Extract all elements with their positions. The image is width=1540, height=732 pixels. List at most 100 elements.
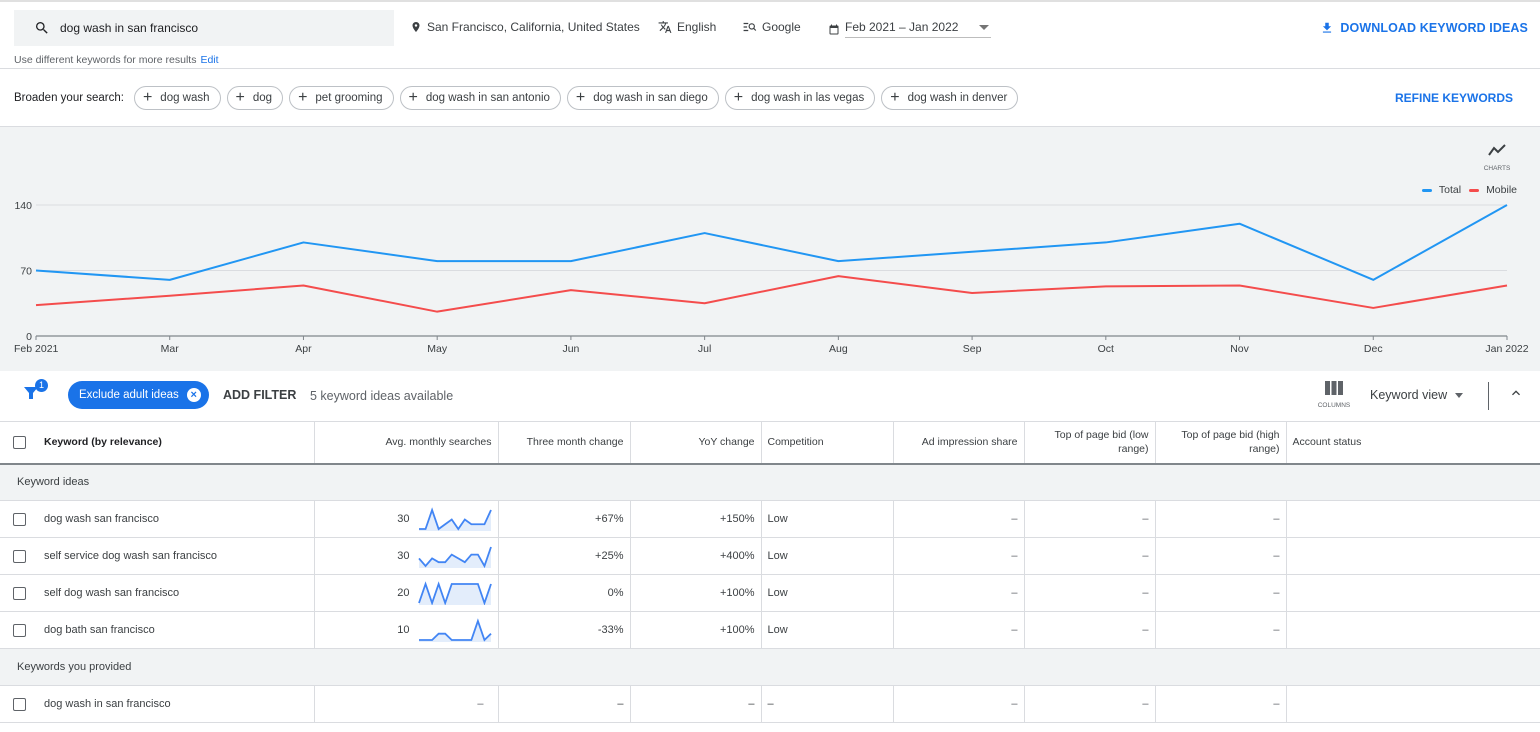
plus-icon: + xyxy=(298,88,308,106)
keyword-view-dropdown[interactable]: Keyword view xyxy=(1370,388,1464,402)
sparkline-area xyxy=(418,621,491,642)
bid-low-cell: – xyxy=(1024,611,1156,649)
download-keyword-ideas-button[interactable]: DOWNLOAD KEYWORD IDEAS xyxy=(1320,20,1528,36)
header-avg-monthly-searches[interactable]: Avg. monthly searches xyxy=(314,421,499,465)
broaden-chip[interactable]: + dog wash xyxy=(133,85,221,110)
location-label: San Francisco, California, United States xyxy=(427,20,640,34)
table-row[interactable]: dog bath san francisco 10 -33% +100% Low… xyxy=(0,611,1540,649)
row-checkbox[interactable] xyxy=(13,623,26,637)
chart-legend: Total Mobile xyxy=(1414,184,1517,196)
x-tick-label: Aug xyxy=(829,343,848,355)
row-checkbox[interactable] xyxy=(13,549,26,563)
header-keyword[interactable]: Keyword (by relevance) xyxy=(0,421,315,465)
add-filter-button[interactable]: ADD FILTER xyxy=(223,388,296,402)
plus-icon: + xyxy=(733,88,744,106)
avg-value: 10 xyxy=(397,624,410,636)
three-month-change-cell: +67% xyxy=(498,500,631,538)
row-checkbox[interactable] xyxy=(13,512,26,526)
yoy-change-cell: +150% xyxy=(630,500,762,538)
header-yoy-change[interactable]: YoY change xyxy=(630,421,762,465)
keyword-search-box[interactable] xyxy=(14,10,394,46)
table-row[interactable]: self dog wash san francisco 20 0% +100% … xyxy=(0,574,1540,612)
download-label: DOWNLOAD KEYWORD IDEAS xyxy=(1340,21,1528,35)
chip-label: dog xyxy=(252,91,273,104)
columns-button[interactable]: COLUMNS xyxy=(1316,381,1352,409)
broaden-chip[interactable]: + dog wash in las vegas xyxy=(724,85,876,110)
avg-monthly-searches-cell: – xyxy=(314,685,499,723)
select-all-checkbox[interactable] xyxy=(13,435,26,449)
trend-sparkline xyxy=(417,546,492,568)
bid-high-cell: – xyxy=(1155,537,1287,575)
yoy-change-cell: +100% xyxy=(630,574,762,612)
x-tick-label: May xyxy=(427,343,448,355)
header-account-status[interactable]: Account status xyxy=(1286,421,1540,465)
avg-monthly-searches-cell: 30 xyxy=(314,537,499,575)
charts-button[interactable]: CHARTS xyxy=(1480,142,1514,172)
header-bid-high[interactable]: Top of page bid (high range) xyxy=(1155,421,1287,465)
broaden-chip[interactable]: + pet grooming xyxy=(289,85,394,110)
yoy-change-cell: – xyxy=(630,685,762,723)
edit-link[interactable]: Edit xyxy=(200,54,218,66)
download-icon xyxy=(1323,22,1332,33)
row-checkbox[interactable] xyxy=(13,586,26,600)
header-three-month-change[interactable]: Three month change xyxy=(498,421,631,465)
header-bid-low[interactable]: Top of page bid (low range) xyxy=(1024,421,1156,465)
location-pin-icon xyxy=(412,22,420,32)
broaden-chip[interactable]: + dog xyxy=(226,85,284,110)
keyword-count: 5 keyword ideas available xyxy=(310,389,454,403)
table-row[interactable]: self service dog wash san francisco 30 +… xyxy=(0,537,1540,575)
avg-value: 20 xyxy=(397,587,410,599)
broaden-chip[interactable]: + dog wash in denver xyxy=(881,85,1019,110)
search-hint: Use different keywords for more results E… xyxy=(14,54,219,66)
trend-sparkline xyxy=(417,581,492,605)
trend-line-icon xyxy=(1488,144,1506,156)
avg-value: 30 xyxy=(397,513,410,525)
plus-icon: + xyxy=(235,88,245,106)
filter-bar: 1 Exclude adult ideas × ADD FILTER 5 key… xyxy=(0,371,1540,421)
group-label: Keywords you provided xyxy=(0,648,1540,686)
close-icon[interactable]: × xyxy=(186,388,201,402)
broaden-chip[interactable]: + dog wash in san antonio xyxy=(399,85,561,110)
three-month-change-cell: +25% xyxy=(498,537,631,575)
keyword-search-input[interactable] xyxy=(60,21,360,35)
x-tick-label: Mar xyxy=(161,343,180,355)
competition-cell: – xyxy=(761,685,894,723)
ad-impression-share-cell: – xyxy=(893,611,1025,649)
hint-text: Use different keywords for more results xyxy=(14,54,197,66)
location-selector[interactable]: San Francisco, California, United States xyxy=(410,20,640,34)
header-competition[interactable]: Competition xyxy=(761,421,894,465)
broaden-search-bar: Broaden your search: + dog wash + dog + pet… xyxy=(0,69,1540,127)
keyword-text: dog bath san francisco xyxy=(44,624,155,636)
refine-keywords-button[interactable]: REFINE KEYWORDS xyxy=(1395,91,1513,105)
y-tick-label: 0 xyxy=(26,331,32,343)
chip-label: dog wash in san antonio xyxy=(425,91,550,104)
x-tick-label: Jul xyxy=(698,343,711,355)
header-ad-impression-share[interactable]: Ad impression share xyxy=(893,421,1025,465)
date-range-dropdown[interactable]: Feb 2021 – Jan 2022 xyxy=(845,20,991,38)
translate-icon xyxy=(658,21,672,33)
avg-monthly-searches-cell: 30 xyxy=(314,500,499,538)
exclude-adult-ideas-chip[interactable]: Exclude adult ideas × xyxy=(68,381,209,409)
chevron-up-icon[interactable] xyxy=(1508,385,1524,401)
table-row[interactable]: dog wash in san francisco – – – – – – – xyxy=(0,685,1540,723)
network-search-icon xyxy=(743,22,757,32)
table-row[interactable]: dog wash san francisco 30 +67% +150% Low… xyxy=(0,500,1540,538)
competition-cell: Low xyxy=(761,611,894,649)
date-range-selector[interactable]: Feb 2021 – Jan 2022 xyxy=(828,20,991,38)
row-checkbox[interactable] xyxy=(13,697,26,711)
language-selector[interactable]: English xyxy=(658,20,716,34)
bid-low-cell: – xyxy=(1024,500,1156,538)
legend-swatch-mobile xyxy=(1469,188,1480,192)
keyword-text: self dog wash san francisco xyxy=(44,587,180,599)
view-label: Keyword view xyxy=(1370,388,1448,402)
bid-high-cell: – xyxy=(1155,500,1287,538)
avg-value: 30 xyxy=(397,550,410,562)
chip-label: pet grooming xyxy=(315,91,383,104)
x-tick-label: Sep xyxy=(963,343,982,355)
broaden-chip[interactable]: + dog wash in san diego xyxy=(566,85,719,110)
network-selector[interactable]: Google xyxy=(743,20,801,34)
broaden-label: Broaden your search: xyxy=(14,91,124,104)
group-label: Keyword ideas xyxy=(0,463,1540,501)
x-tick-label: Nov xyxy=(1230,343,1249,355)
dropdown-caret-icon xyxy=(1455,392,1464,398)
